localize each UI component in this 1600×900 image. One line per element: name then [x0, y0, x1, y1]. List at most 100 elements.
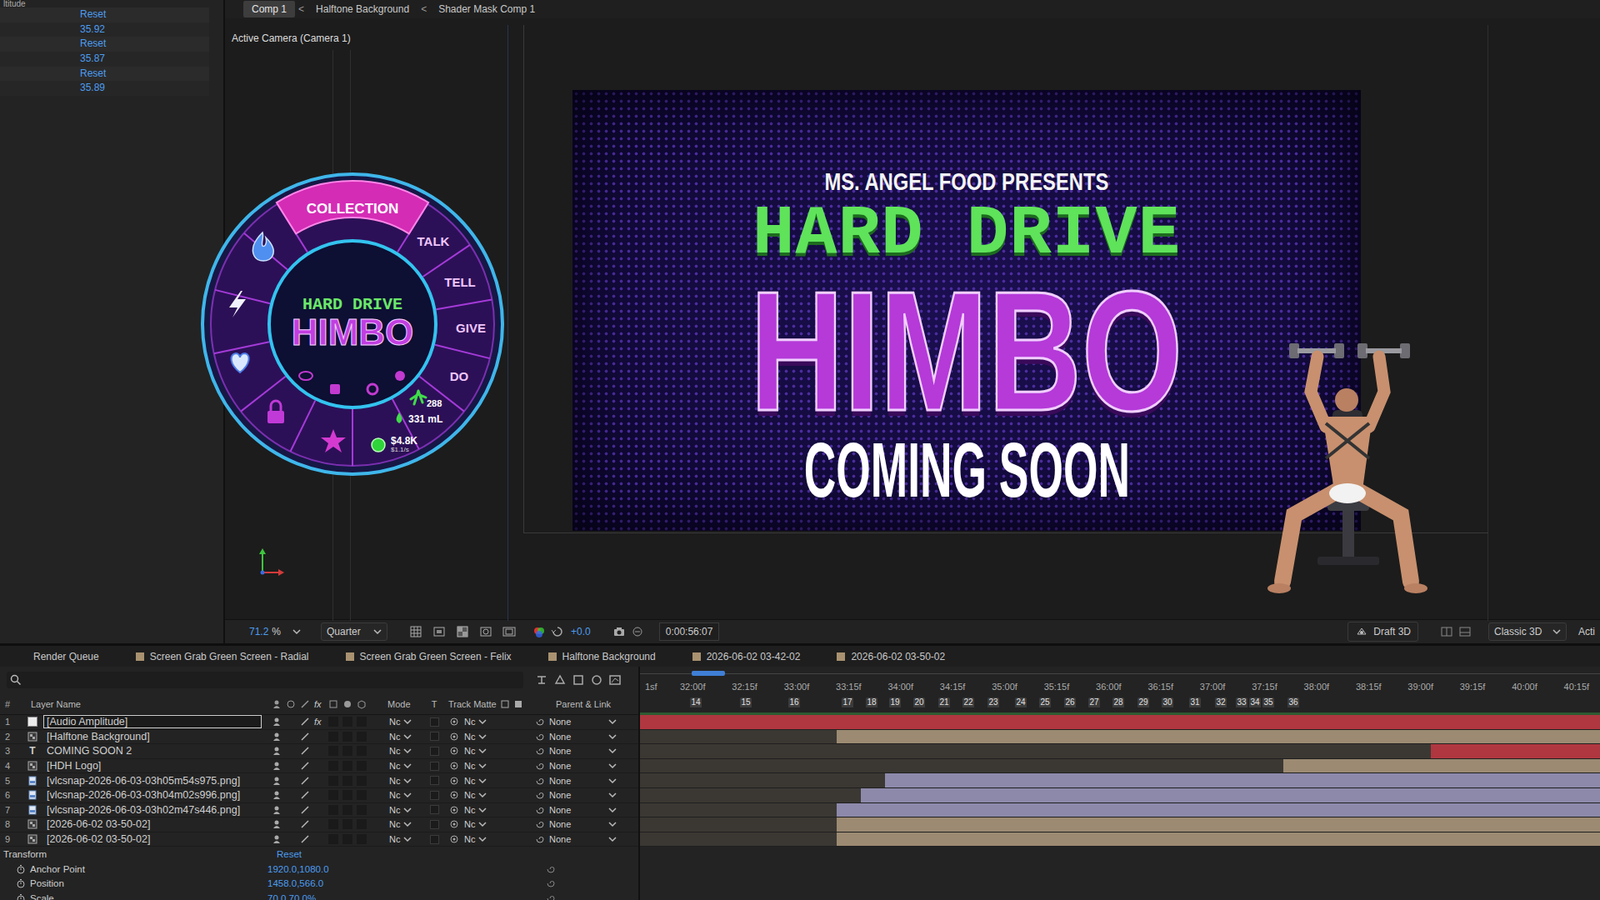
comp-marker[interactable]: 16	[788, 697, 800, 708]
layer-name[interactable]: [Audio Amplitude]	[40, 715, 267, 729]
shy-icon[interactable]	[271, 819, 282, 830]
comp-marker[interactable]: 36	[1287, 697, 1300, 708]
comp-marker[interactable]: 29	[1137, 697, 1150, 708]
switch-box[interactable]	[328, 790, 339, 800]
parent-dropdown[interactable]: None	[525, 819, 640, 830]
view-layout-icon[interactable]	[1440, 625, 1454, 639]
breadcrumb-item[interactable]: Halftone Background	[307, 0, 418, 18]
reset-exposure-icon[interactable]	[550, 625, 565, 639]
breadcrumb-item[interactable]: Comp 1	[243, 0, 295, 18]
comp-marker[interactable]: 21	[938, 697, 950, 708]
layer-duration-bar[interactable]	[860, 788, 1600, 803]
lock-icon[interactable]	[267, 400, 285, 424]
active-camera-dropdown[interactable]: Acti	[1578, 625, 1595, 638]
layer-duration-bar[interactable]	[836, 817, 1600, 832]
heart-icon[interactable]	[231, 353, 250, 373]
stopwatch-icon[interactable]	[15, 893, 26, 900]
shy-icon[interactable]	[271, 745, 282, 756]
comp-marker[interactable]: 26	[1064, 697, 1076, 708]
switch-box[interactable]	[356, 731, 367, 742]
parent-dropdown[interactable]: None	[525, 716, 640, 727]
eye-icon[interactable]	[299, 371, 313, 380]
collection-label[interactable]: COLLECTION	[306, 200, 400, 218]
blend-mode-dropdown[interactable]: Nc	[389, 716, 423, 727]
track-matte-dropdown[interactable]: Nc	[445, 716, 525, 727]
switch-box[interactable]	[328, 819, 339, 830]
comp-marker[interactable]: 23	[987, 697, 1000, 708]
layer-duration-bar[interactable]	[1283, 759, 1600, 774]
layer-duration-bar[interactable]	[885, 773, 1600, 788]
wheel-action[interactable]: GIVE	[455, 320, 486, 335]
quality-icon[interactable]	[300, 760, 310, 771]
blend-mode-dropdown[interactable]: Nc	[389, 760, 423, 771]
switch-box[interactable]	[356, 834, 367, 845]
track-matte-dropdown[interactable]: Nc	[445, 775, 525, 786]
timeline-tab[interactable]: 2026-06-02 03-42-02	[674, 645, 820, 667]
search-field[interactable]	[6, 671, 524, 689]
switch-box[interactable]	[356, 819, 367, 830]
time-navigator[interactable]	[640, 666, 1600, 680]
channel-icon[interactable]	[532, 625, 546, 639]
comp-marker[interactable]: 19	[889, 697, 901, 708]
switch-box[interactable]	[356, 716, 367, 727]
switch-box[interactable]	[328, 834, 339, 845]
grid-icon[interactable]	[409, 625, 423, 639]
layer-name[interactable]: [vlcsnap-2026-06-03-03h04m02s996.png]	[40, 788, 267, 802]
quality-icon[interactable]	[300, 775, 310, 786]
comp-marker[interactable]: 17	[841, 697, 854, 708]
shy-icon[interactable]	[271, 716, 282, 727]
track-matte-dropdown[interactable]: Nc	[445, 805, 525, 815]
frame-blend-icon[interactable]	[590, 673, 604, 687]
layer-name[interactable]: [Halftone Background]	[40, 730, 267, 744]
blend-mode-dropdown[interactable]: Nc	[389, 775, 423, 786]
switch-box[interactable]	[328, 716, 339, 727]
switch-box[interactable]	[356, 760, 367, 771]
chevron-icon[interactable]	[292, 627, 301, 636]
gear-icon[interactable]	[367, 384, 378, 395]
switch-box[interactable]	[356, 775, 367, 786]
parent-dropdown[interactable]: None	[525, 760, 640, 771]
layer-duration-bar[interactable]	[640, 715, 1600, 730]
ground-plane-icon[interactable]	[1458, 625, 1472, 639]
preserve-transparency[interactable]	[422, 761, 446, 771]
flame-icon[interactable]	[252, 232, 274, 261]
shy-icon[interactable]	[571, 673, 585, 687]
layer-row[interactable]: 2[Halftone Background]NcNcNone	[0, 730, 639, 745]
layer-row[interactable]: 7[vlcsnap-2026-06-03-03h02m47s446.png]Nc…	[0, 803, 639, 819]
expression-pick-whip-icon[interactable]	[545, 878, 556, 889]
shy-icon[interactable]	[271, 775, 282, 786]
layer-name[interactable]: [vlcsnap-2026-06-03-03h05m54s975.png]	[40, 774, 267, 788]
switch-box[interactable]	[342, 760, 353, 771]
property-value[interactable]: 35.92	[0, 22, 210, 38]
switch-box[interactable]	[342, 775, 353, 786]
track-matte-dropdown[interactable]: Nc	[445, 745, 525, 756]
quality-icon[interactable]	[300, 745, 310, 756]
parent-dropdown[interactable]: None	[525, 805, 640, 815]
preserve-transparency[interactable]	[422, 835, 446, 845]
transform-reset[interactable]: Reset	[266, 849, 534, 860]
layer-duration-bar[interactable]	[1430, 744, 1600, 759]
switch-box[interactable]	[342, 819, 353, 830]
layer-name[interactable]: [2026-06-02 03-50-02]	[40, 817, 267, 831]
comp-marker[interactable]: 31	[1189, 697, 1201, 708]
draft-3d-icon[interactable]	[553, 673, 567, 687]
blend-mode-dropdown[interactable]: Nc	[389, 745, 423, 756]
comp-marker[interactable]: 34	[1249, 697, 1261, 708]
layer-row[interactable]: 4[HDH Logo]NcNcNone	[0, 759, 639, 775]
preserve-transparency[interactable]	[422, 746, 446, 756]
layer-duration-bar[interactable]	[836, 730, 1600, 745]
comp-marker[interactable]: 15	[740, 697, 752, 708]
switch-box[interactable]	[342, 790, 353, 800]
shy-icon[interactable]	[271, 760, 282, 771]
switch-box[interactable]	[342, 834, 353, 845]
parent-dropdown[interactable]: None	[525, 775, 640, 786]
switch-box[interactable]	[328, 775, 339, 786]
switch-box[interactable]	[356, 790, 367, 800]
quality-icon[interactable]	[300, 731, 310, 742]
lightning-icon[interactable]	[229, 290, 246, 318]
comp-marker[interactable]: 20	[913, 697, 925, 708]
zoom-value[interactable]: 71.2%	[249, 625, 281, 638]
comp-marker[interactable]: 18	[865, 697, 878, 708]
reset-button[interactable]: Reset	[0, 66, 210, 82]
quality-icon[interactable]	[300, 819, 310, 830]
